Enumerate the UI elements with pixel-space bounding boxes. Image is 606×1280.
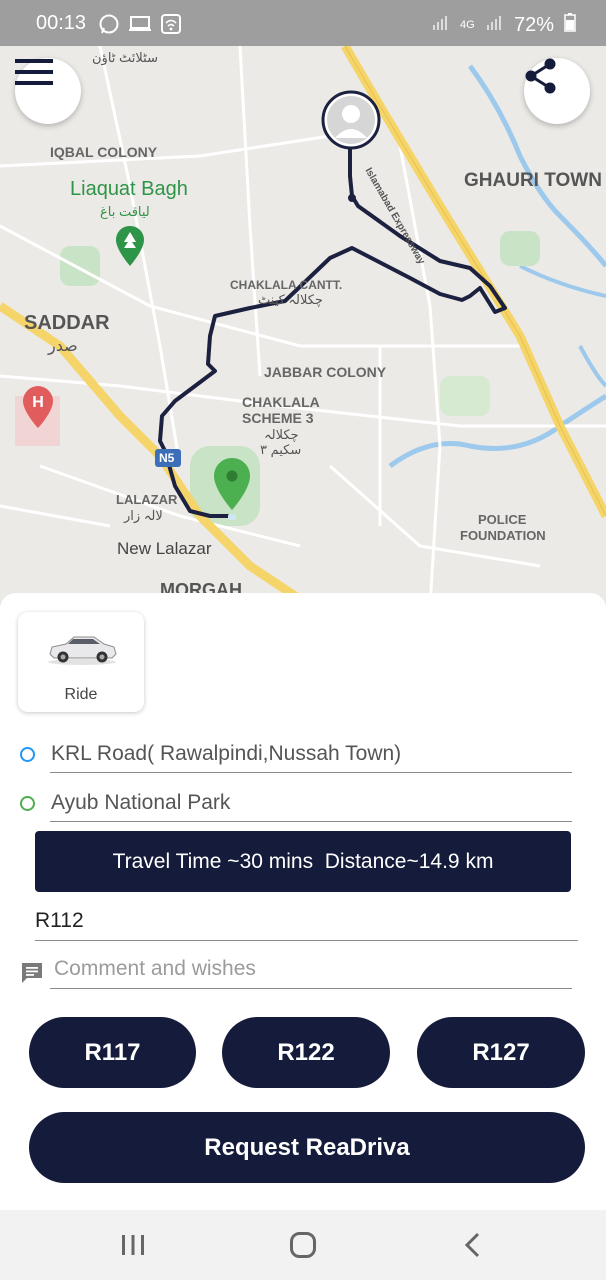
vehicle-option-label: Ride [64,686,98,703]
map-label: FOUNDATION [460,528,546,543]
map-label: SCHEME 3 [242,410,314,426]
map-label: CHAKLALA CANTT. [230,278,343,292]
home-icon[interactable] [289,1231,317,1264]
dropoff-dot-icon [20,796,35,811]
back-icon[interactable] [462,1231,482,1264]
map-label: POLICE [478,512,527,527]
comment-input[interactable]: Comment and wishes [50,950,572,989]
signal-icon [432,13,450,37]
request-ride-button[interactable]: Request ReaDriva [29,1112,585,1183]
map-label: سٹلائٹ ٹاؤن [92,50,158,65]
map-label: New Lalazar [117,539,212,558]
highway-label: N5 [159,451,175,465]
trip-info-bar: Travel Time ~30 mins Distance~14.9 km [35,831,571,892]
map-label: چکلالہ کینٹ [258,292,323,307]
comment-icon [20,961,44,990]
fare-option-button[interactable]: R122 [222,1017,390,1088]
car-icon [46,632,118,671]
fare-option-button[interactable]: R127 [417,1017,585,1088]
pickup-dot-icon [20,747,35,762]
dropoff-value: Ayub National Park [51,791,231,814]
battery-icon [564,12,576,38]
map-label: IQBAL COLONY [50,144,158,160]
map-label: LALAZAR [116,492,178,507]
system-nav-bar [0,1210,606,1280]
share-button[interactable] [524,58,590,124]
price-value: R112 [35,909,84,932]
menu-button[interactable] [15,58,81,124]
fare-option-button[interactable]: R117 [29,1017,196,1088]
map-label: SADDAR [24,312,110,334]
notification-icons [98,13,182,40]
map-label: صدر [48,338,78,355]
recent-apps-icon[interactable] [120,1233,146,1262]
map-label: Liaquat Bagh [70,178,188,200]
map-label: GHAURI TOWN [464,170,602,191]
map-view[interactable]: سٹلائٹ ٹاؤن IQBAL COLONY Liaquat Bagh لی… [0,46,606,606]
status-time: 00:13 [36,12,87,34]
map-label: JABBAR COLONY [264,364,387,380]
network-type: 4G [459,19,475,31]
screen-mirror-icon [128,13,152,40]
price-field[interactable]: R112 [35,898,578,941]
battery-percent: 72% [513,13,554,36]
map-label: سکیم ۳ [260,442,302,457]
map-label: چکلالہ [264,427,299,442]
pickup-value: KRL Road( Rawalpindi,Nussah Town) [51,742,402,765]
whatsapp-icon [98,13,120,40]
comment-placeholder: Comment and wishes [54,957,256,980]
dropoff-field[interactable]: Ayub National Park [50,775,572,822]
vehicle-option-ride[interactable]: Ride [18,612,144,712]
svg-text:H: H [32,394,44,411]
map-label: لیاقت باغ [100,204,150,219]
map-label: لالہ زار [124,508,163,523]
wifi-box-icon [160,13,182,40]
signal-icon-2 [486,13,504,37]
map-label: CHAKLALA [242,394,320,410]
status-bar: 00:13 4G 72% [0,0,606,46]
pickup-field[interactable]: KRL Road( Rawalpindi,Nussah Town) [50,726,572,773]
